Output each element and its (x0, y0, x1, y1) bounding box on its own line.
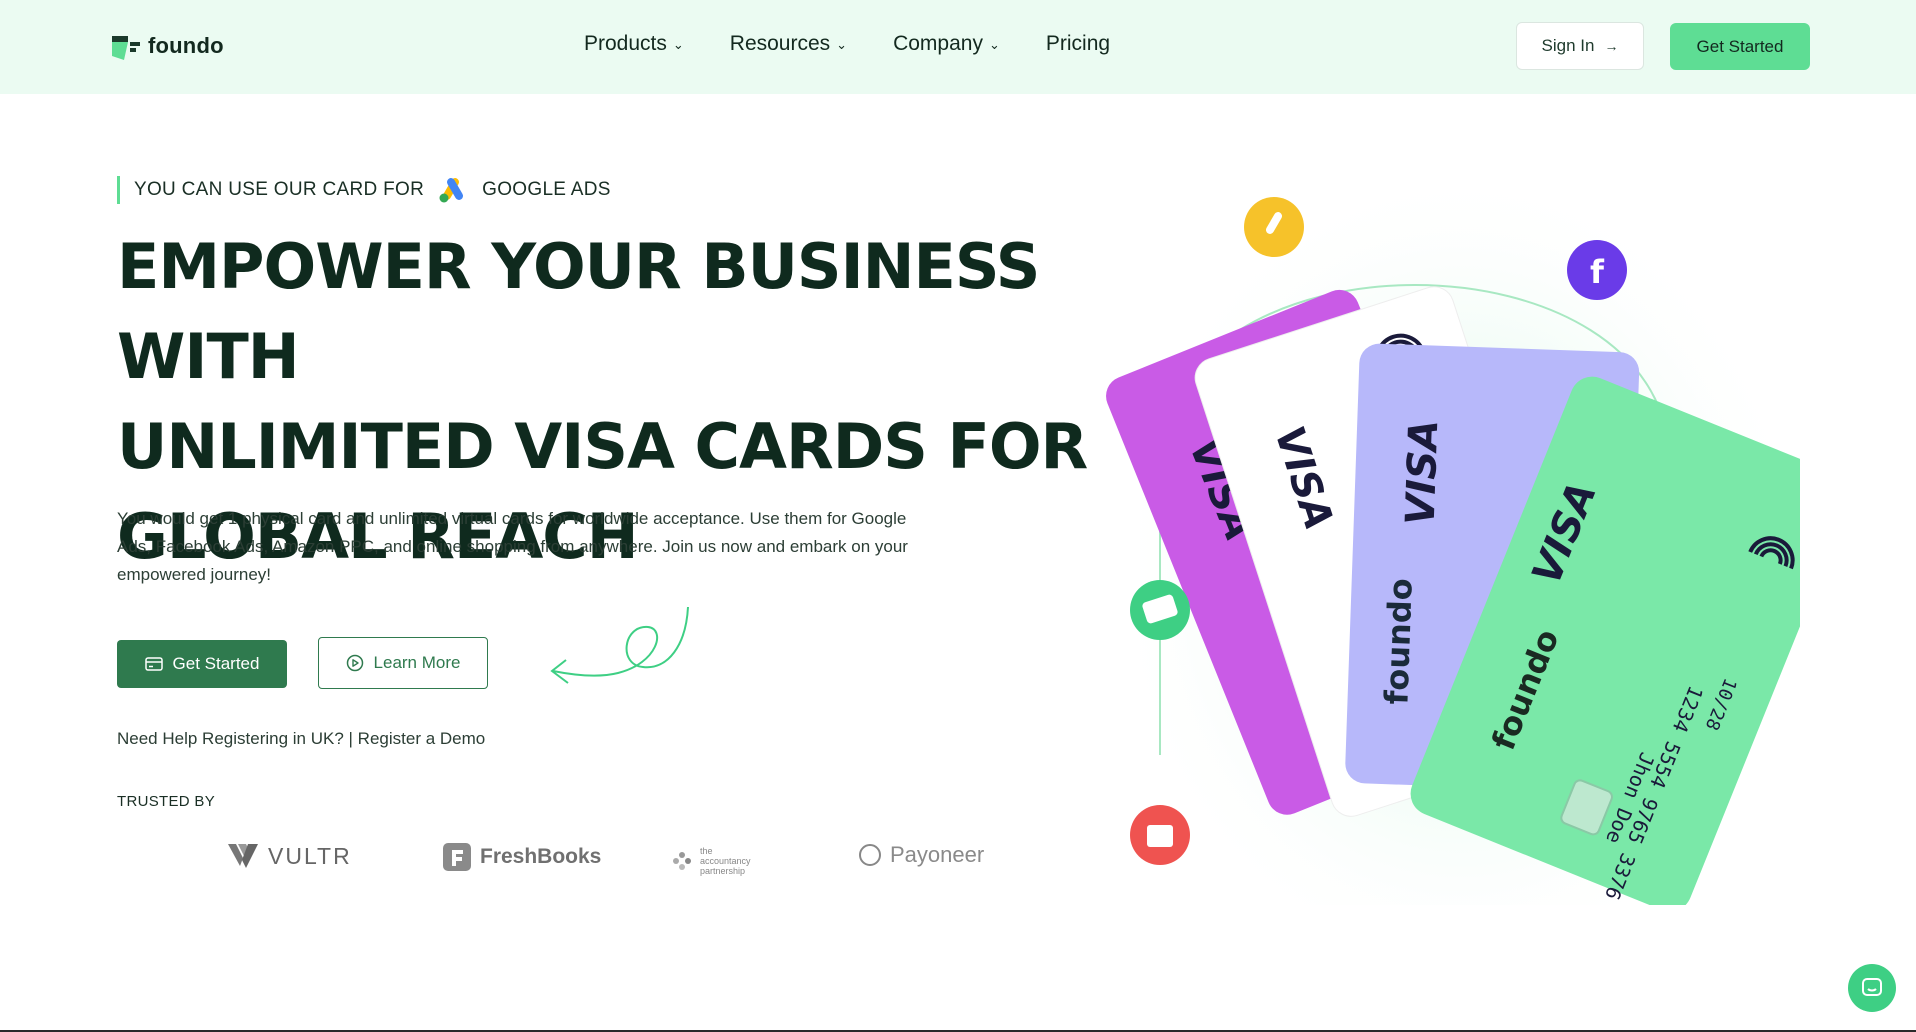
trusted-logos: VULTR FreshBooks the accountancy partner… (120, 838, 1000, 878)
eyebrow-text: YOU CAN USE OUR CARD FOR (134, 179, 425, 200)
play-circle-icon (346, 654, 363, 672)
chevron-down-icon: ⌄ (672, 37, 684, 52)
chat-launcher-button[interactable] (1848, 964, 1896, 1012)
vultr-logo-icon (228, 844, 258, 868)
headline-line-1: EMPOWER YOUR BUSINESS WITH (117, 230, 1040, 393)
help-text: Need Help Registering in UK? (117, 729, 344, 748)
nav-products-label: Products (584, 32, 667, 55)
chat-icon (1862, 978, 1882, 996)
hero-description: You would get 1 physical card and unlimi… (117, 509, 908, 584)
chevron-down-icon: ⌄ (836, 37, 848, 52)
trusted-by-label: TRUSTED BY (117, 793, 216, 810)
brand-vultr: VULTR (226, 842, 352, 870)
nav-resources[interactable]: Resources ⌄ (730, 32, 847, 56)
credit-card-icon (144, 657, 163, 671)
header-get-started-button[interactable]: Get Started (1670, 23, 1810, 70)
freshbooks-logo-icon (443, 843, 471, 871)
help-line: Need Help Registering in UK? | Register … (117, 729, 485, 749)
eyebrow-accent-bar (117, 176, 120, 204)
nav-resources-label: Resources (729, 32, 831, 55)
register-demo-link[interactable]: Register a Demo (358, 729, 486, 748)
svg-text:f: f (1590, 253, 1605, 291)
nav-pricing-label: Pricing (1045, 32, 1111, 55)
nav-company-label: Company (893, 32, 983, 55)
cards-illustration: VISA foundo VISA foundo VISA foundo VISA… (1080, 165, 1852, 912)
headline-line-2: UNLIMITED VISA CARDS FOR (117, 410, 1088, 483)
get-started-button[interactable]: Get Started (117, 640, 287, 688)
lavender-card-brand-text: foundo (1377, 578, 1419, 706)
sign-in-label: Sign In (1541, 36, 1595, 55)
sign-in-button[interactable]: Sign In → (1516, 22, 1644, 70)
eyebrow: YOU CAN USE OUR CARD FOR GOOGLE ADS (117, 176, 611, 204)
learn-more-label: Learn More (373, 653, 461, 672)
get-started-label: Get Started (172, 654, 260, 673)
google-ads-icon (439, 178, 464, 203)
accountancy-logo-icon (673, 852, 691, 870)
lavender-card-visa-text: VISA (1398, 419, 1448, 526)
brand-vultr-label: VULTR (268, 842, 352, 869)
foundo-logo-icon (112, 36, 140, 60)
cards-svg: VISA foundo VISA foundo VISA foundo VISA… (1106, 165, 1852, 912)
chevron-down-icon: ⌄ (988, 37, 1000, 52)
pay-badge (1130, 580, 1190, 640)
brand-payoneer: Payoneer (858, 842, 984, 868)
arrow-right-icon: → (1604, 38, 1619, 54)
help-separator: | (343, 729, 358, 748)
brand-freshbooks: FreshBooks (442, 842, 601, 872)
logo[interactable]: foundo (110, 30, 224, 62)
brand-payoneer-label: Payoneer (890, 842, 985, 867)
facebook-badge: f (1567, 240, 1627, 300)
nav-pricing[interactable]: Pricing (1046, 32, 1110, 56)
brand-freshbooks-label: FreshBooks (480, 845, 602, 868)
google-ads-badge (1244, 197, 1304, 257)
learn-more-button[interactable]: Learn More (318, 637, 488, 689)
curly-arrow-decoration (550, 606, 689, 684)
payoneer-logo-icon (859, 844, 881, 866)
main-nav: Products ⌄ Resources ⌄ Company ⌄ Pricing (584, 32, 1110, 56)
shopping-bag-badge (1130, 805, 1190, 865)
nav-products[interactable]: Products ⌄ (584, 32, 684, 56)
brand-accountancy-label: the accountancy partnership (700, 846, 751, 876)
nav-company[interactable]: Company ⌄ (893, 32, 1000, 56)
brand-accountancy-partnership: the accountancy partnership (672, 846, 762, 876)
eyebrow-partner: GOOGLE ADS (482, 179, 611, 200)
logo-text: foundo (148, 33, 224, 58)
site-header: foundo Products ⌄ Resources ⌄ Company ⌄ … (0, 0, 1916, 94)
